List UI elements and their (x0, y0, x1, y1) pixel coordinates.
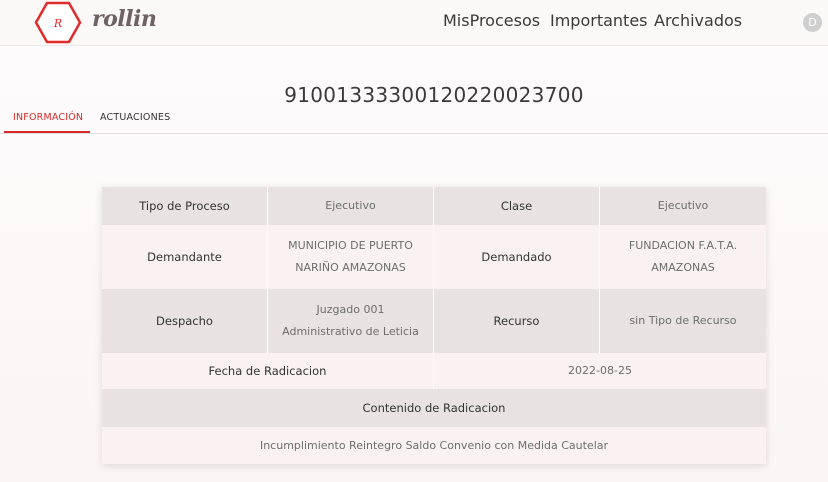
clase-value: Ejecutivo (600, 187, 766, 225)
logo-hexagon-icon: R (34, 1, 82, 44)
brand-name: rollin (92, 6, 157, 32)
nav-archivados[interactable]: Archivados (654, 11, 742, 30)
process-id-title: 91001333300120220023700 (284, 83, 584, 107)
tab-informacion[interactable]: INFORMACIÓN (13, 112, 83, 123)
recurso-value: sin Tipo de Recurso (600, 289, 766, 353)
tab-actuaciones[interactable]: ACTUACIONES (100, 112, 170, 123)
fecha-radicacion-label: Fecha de Radicacion (102, 353, 434, 389)
info-table: Tipo de Proceso Ejecutivo Clase Ejecutiv… (102, 187, 766, 464)
logo-letter: R (53, 17, 62, 30)
top-navbar: R rollin MisProcesos Importantes Archiva… (0, 0, 828, 46)
despacho-label: Despacho (102, 289, 268, 353)
avatar[interactable]: D (803, 13, 822, 32)
tabs-divider (0, 133, 828, 134)
demandante-label: Demandante (102, 225, 268, 289)
fecha-radicacion-value: 2022-08-25 (434, 353, 766, 389)
tipo-proceso-value: Ejecutivo (268, 187, 434, 225)
tipo-proceso-label: Tipo de Proceso (102, 187, 268, 225)
recurso-label: Recurso (434, 289, 600, 353)
despacho-value: Juzgado 001 Administrativo de Leticia (268, 289, 434, 353)
contenido-radicacion-value: Incumplimiento Reintegro Saldo Convenio … (102, 427, 766, 464)
demandado-label: Demandado (434, 225, 600, 289)
demandante-value: MUNICIPIO DE PUERTO NARIÑO AMAZONAS (268, 225, 434, 289)
nav-importantes[interactable]: Importantes (550, 11, 648, 30)
logo[interactable]: R (34, 0, 82, 45)
clase-label: Clase (434, 187, 600, 225)
demandado-value: FUNDACION F.A.T.A. AMAZONAS (600, 225, 766, 289)
nav-misprocesos[interactable]: MisProcesos (443, 11, 540, 30)
contenido-radicacion-label: Contenido de Radicacion (102, 389, 766, 427)
